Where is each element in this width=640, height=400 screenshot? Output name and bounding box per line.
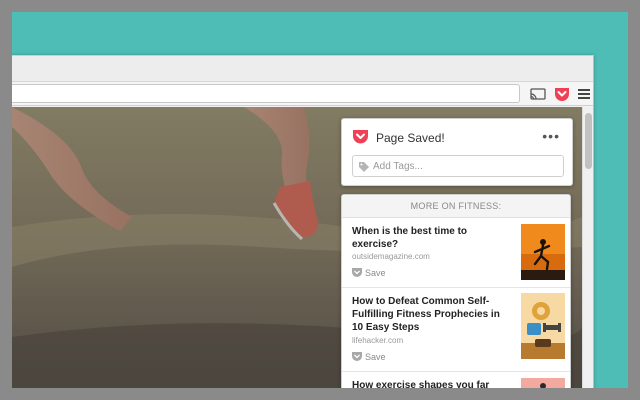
tag-icon	[358, 160, 370, 172]
save-label: Save	[365, 352, 386, 362]
pocket-icon[interactable]	[553, 85, 571, 103]
hamburger-menu-icon[interactable]	[575, 85, 593, 103]
article-thumbnail[interactable]	[521, 378, 565, 388]
list-item[interactable]: When is the best time to exercise? outsi…	[342, 218, 570, 288]
article-thumbnail[interactable]	[521, 293, 565, 359]
page-saved-title: Page Saved!	[376, 131, 445, 145]
add-tags-input[interactable]	[373, 158, 558, 174]
save-label: Save	[365, 268, 386, 278]
article-source: outsidemagazine.com	[352, 252, 430, 261]
recommendations-header: MORE ON FITNESS:	[342, 195, 570, 218]
pocket-logo-icon	[352, 128, 369, 145]
browser-toolbar	[12, 82, 593, 106]
recommendations-panel: MORE ON FITNESS: When is the best time t…	[341, 194, 571, 388]
article-title[interactable]: When is the best time to exercise?	[352, 225, 512, 251]
list-item[interactable]: How exercise shapes you far	[342, 372, 570, 388]
page-scrollbar[interactable]	[582, 107, 593, 388]
list-item[interactable]: How to Defeat Common Self-Fulfilling Fit…	[342, 288, 570, 372]
article-source: lifehacker.com	[352, 336, 404, 345]
cast-icon[interactable]	[529, 85, 547, 103]
tab-strip	[12, 56, 593, 82]
more-dots-icon[interactable]: •••	[542, 128, 560, 144]
save-button[interactable]: Save	[352, 352, 386, 362]
article-title[interactable]: How exercise shapes you far	[352, 379, 512, 388]
tags-field[interactable]	[352, 155, 564, 177]
article-title[interactable]: How to Defeat Common Self-Fulfilling Fit…	[352, 295, 512, 334]
save-button[interactable]: Save	[352, 268, 386, 278]
article-thumbnail[interactable]	[521, 224, 565, 280]
pocket-saved-panel: Page Saved! •••	[341, 118, 573, 186]
address-bar[interactable]	[12, 84, 520, 103]
save-pocket-icon	[352, 352, 362, 361]
screenshot-frame: Page Saved! ••• MORE ON FITNESS: When is…	[12, 12, 628, 388]
scrollbar-thumb[interactable]	[585, 113, 592, 169]
save-pocket-icon	[352, 268, 362, 277]
